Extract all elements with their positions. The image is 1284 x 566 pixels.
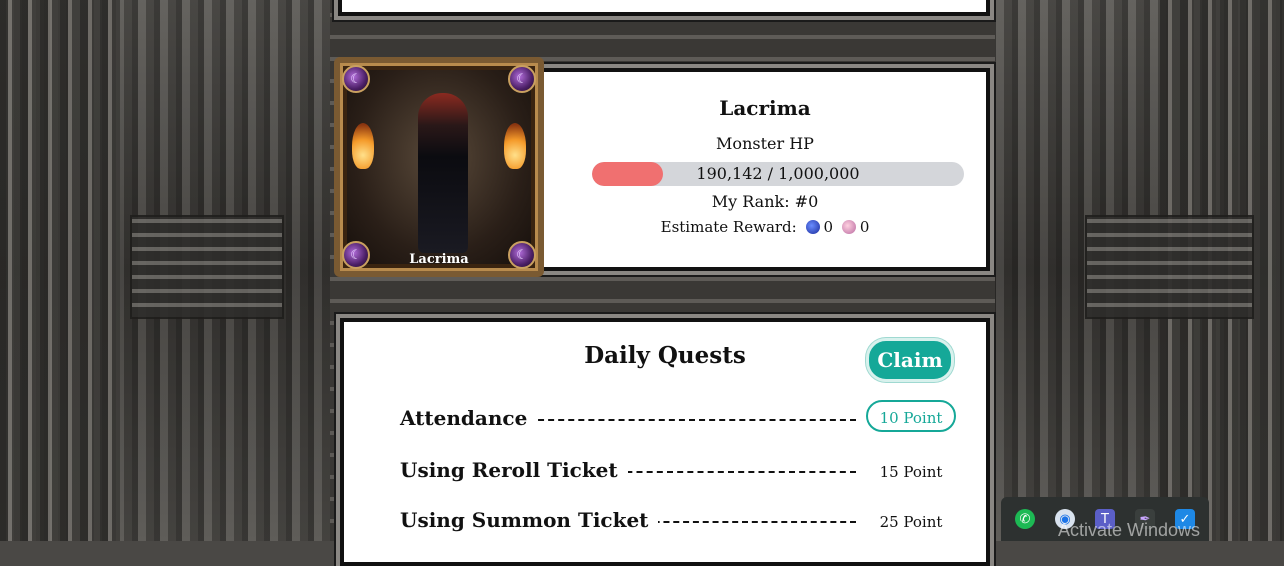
quest-name: Using Reroll Ticket	[400, 458, 628, 482]
quest-name: Using Summon Ticket	[400, 508, 659, 532]
background-pillar-left	[0, 0, 120, 541]
quest-points: 25 Point	[879, 513, 943, 531]
moon-orb-icon: ☾	[508, 65, 536, 93]
reward-label: Estimate Reward:	[660, 218, 797, 236]
quest-dash-line	[634, 521, 856, 523]
boss-panel: Lacrima Monster HP 190,142 / 1,000,000 M…	[540, 68, 990, 271]
boss-card[interactable]: ☾ ☾ ☾ ☾ Lacrima	[334, 57, 544, 277]
flame-icon	[352, 123, 374, 169]
pink-gem-icon	[841, 220, 856, 234]
quest-row-summon: Using Summon Ticket 25 Point	[400, 508, 956, 536]
reward-value-2: 0	[859, 218, 870, 236]
rank-text: My Rank: #0	[711, 192, 819, 211]
boss-portrait	[418, 93, 468, 253]
activate-windows-watermark: Activate Windows	[1058, 520, 1201, 540]
quest-row-attendance: Attendance 10 Point	[400, 400, 956, 434]
background-box-right	[1085, 215, 1254, 319]
card-name: Lacrima	[409, 252, 469, 267]
blue-coin-icon	[805, 220, 820, 234]
hp-text: 190,142 / 1,000,000	[696, 164, 860, 183]
quest-dash-line	[606, 471, 856, 473]
background-box-left	[130, 215, 284, 319]
flame-icon	[504, 123, 526, 169]
quest-points: 15 Point	[879, 463, 943, 481]
quest-row-reroll: Using Reroll Ticket 15 Point	[400, 458, 956, 486]
daily-quests-panel: Daily Quests Claim Attendance 10 Point U…	[340, 318, 990, 566]
reward-value-1: 0	[823, 218, 834, 236]
quest-dash-line	[528, 419, 856, 421]
estimate-reward: Estimate Reward: 0 0	[544, 218, 986, 236]
hp-bar: 190,142 / 1,000,000	[592, 162, 964, 186]
top-panel	[338, 0, 990, 16]
quest-name: Attendance	[400, 406, 538, 430]
hp-label: Monster HP	[716, 134, 814, 153]
whatsapp-icon[interactable]: ✆	[1015, 509, 1035, 529]
claim-button[interactable]: Claim	[866, 338, 954, 382]
quest-points-badge[interactable]: 10 Point	[866, 400, 956, 432]
moon-orb-icon: ☾	[342, 65, 370, 93]
boss-name: Lacrima	[719, 96, 811, 120]
